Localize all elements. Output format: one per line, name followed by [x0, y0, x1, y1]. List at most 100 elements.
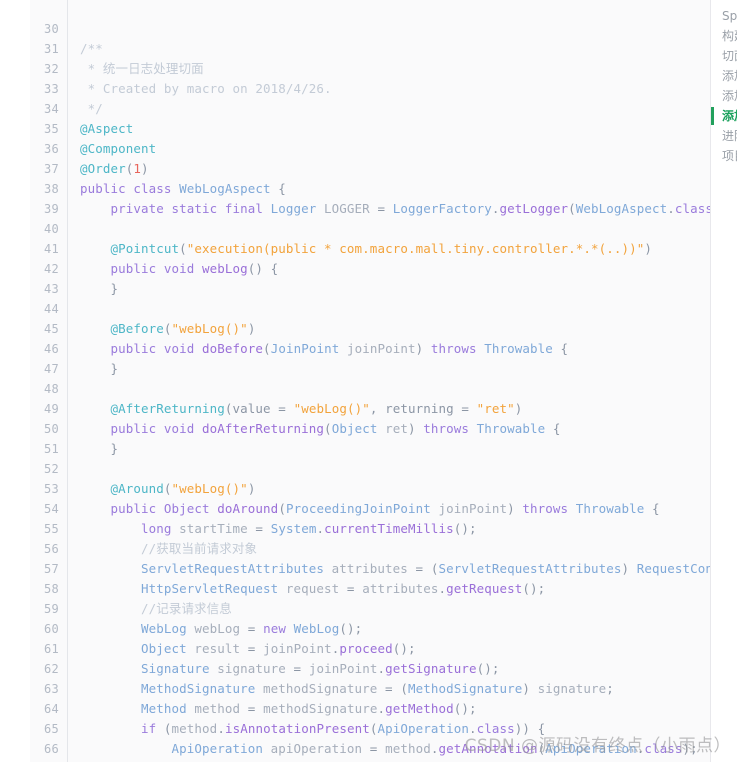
outline-list[interactable]: Spring构建切面添加依赖添加配置添加切面进阶用法项目源码 — [711, 0, 737, 166]
code-token: { — [644, 501, 660, 516]
code-line[interactable]: public Object doAround(ProceedingJoinPoi… — [80, 499, 710, 519]
code-line[interactable] — [80, 19, 710, 39]
code-token: { — [552, 341, 569, 356]
code-line[interactable]: @Order(1) — [80, 159, 710, 179]
code-line[interactable]: ApiOperation apiOperation = method.getAn… — [80, 739, 710, 759]
code-token: long — [141, 521, 172, 536]
code-token: = — [293, 661, 309, 676]
outline-item[interactable]: 添加依赖 — [711, 66, 737, 86]
code-token: JoinPoint — [270, 341, 340, 356]
code-token: "webLog()" — [171, 481, 248, 496]
code-token: { — [270, 181, 286, 196]
line-number: 46 — [43, 342, 59, 356]
code-token: Throwable — [476, 421, 546, 436]
line-number: 34 — [43, 102, 59, 116]
code-line[interactable]: public void webLog() { — [80, 259, 710, 279]
code-token: LOGGER — [316, 201, 378, 216]
line-number: 58 — [43, 582, 59, 596]
code-line[interactable]: MethodSignature methodSignature = (Metho… — [80, 679, 710, 699]
code-line[interactable] — [80, 299, 710, 319]
code-token: method — [171, 721, 218, 736]
outline-item[interactable]: 切面 — [711, 46, 737, 66]
code-line[interactable]: } — [80, 359, 710, 379]
code-token: * Created by macro on 2018/4/26. — [80, 81, 332, 96]
code-token: public void — [110, 261, 203, 276]
code-token: ApiOperation — [171, 741, 264, 756]
code-token: ) — [621, 561, 637, 576]
code-line[interactable]: public void doBefore(JoinPoint joinPoint… — [80, 339, 710, 359]
outline-item[interactable]: 项目源码 — [711, 146, 737, 166]
code-token: HttpServletRequest — [141, 581, 279, 596]
outline-item[interactable]: 进阶用法 — [711, 126, 737, 146]
code-token: ( — [179, 241, 187, 256]
code-line[interactable]: Signature signature = joinPoint.getSigna… — [80, 659, 710, 679]
code-token: )) { — [514, 721, 546, 736]
code-token: result — [186, 641, 248, 656]
code-token: WebLog — [141, 621, 187, 636]
code-token: } — [80, 361, 119, 376]
code-line[interactable]: @Aspect — [80, 119, 710, 139]
code-line[interactable]: Object result = joinPoint.proceed(); — [80, 639, 710, 659]
code-line[interactable] — [80, 459, 710, 479]
code-token: attributes — [324, 561, 416, 576]
code-line[interactable]: @Before("webLog()") — [80, 319, 710, 339]
code-line[interactable]: public void doAfterReturning(Object ret)… — [80, 419, 710, 439]
code-line[interactable]: HttpServletRequest request = attributes.… — [80, 579, 710, 599]
code-line[interactable]: //获取当前请求对象 — [80, 539, 710, 559]
code-line[interactable]: ServletRequestAttributes attributes = (S… — [80, 559, 710, 579]
code-line[interactable]: Method method = methodSignature.getMetho… — [80, 699, 710, 719]
code-token: attributes — [362, 581, 439, 596]
outline-item[interactable]: Spring — [711, 6, 737, 26]
code-line[interactable]: * Created by macro on 2018/4/26. — [80, 79, 710, 99]
code-token: startTime — [171, 521, 256, 536]
code-viewer[interactable]: 30 31 32 33 34 35 36 37 38 39 40 41 42 43 44 45 46 47 48 49… — [30, 0, 710, 762]
code-line[interactable] — [80, 379, 710, 399]
code-token: } — [80, 281, 119, 296]
code-token: Logger — [270, 201, 317, 216]
outline-item[interactable]: 添加切面 — [711, 106, 737, 126]
code-line[interactable]: * 统一日志处理切面 — [80, 59, 710, 79]
code-line[interactable]: long startTime = System.currentTimeMilli… — [80, 519, 710, 539]
code-token: ServletRequestAttributes — [141, 561, 325, 576]
code-line[interactable]: //记录请求信息 — [80, 599, 710, 619]
code-line[interactable]: public class WebLogAspect { — [80, 179, 710, 199]
code-token: . — [667, 201, 675, 216]
code-content[interactable]: /** * 统一日志处理切面 * Created by macro on 201… — [68, 0, 710, 762]
code-line[interactable]: @Pointcut("execution(public * com.macro.… — [80, 239, 710, 259]
code-line[interactable]: WebLog webLog = new WebLog(); — [80, 619, 710, 639]
line-number: 36 — [43, 142, 59, 156]
code-token: = — [278, 401, 294, 416]
code-token: Signature — [141, 661, 210, 676]
code-line[interactable]: @Around("webLog()") — [80, 479, 710, 499]
code-line[interactable]: @Component — [80, 139, 710, 159]
line-number: 44 — [43, 302, 59, 316]
code-line[interactable]: @AfterReturning(value = "webLog()", retu… — [80, 399, 710, 419]
outline-item[interactable]: 构建 — [711, 26, 737, 46]
code-line[interactable]: /** — [80, 39, 710, 59]
code-token: throws — [423, 421, 477, 436]
line-number: 47 — [43, 362, 59, 376]
line-number: 35 — [43, 122, 59, 136]
code-line[interactable]: private static final Logger LOGGER = Log… — [80, 199, 710, 219]
code-line[interactable]: if (method.isAnnotationPresent(ApiOperat… — [80, 719, 710, 739]
code-token: ) — [522, 681, 538, 696]
code-line[interactable] — [80, 219, 710, 239]
code-token: = — [346, 581, 363, 596]
code-token: MethodSignature — [407, 681, 523, 696]
code-token: Method — [141, 701, 187, 716]
article-outline-sidebar[interactable]: Spring构建切面添加依赖添加配置添加切面进阶用法项目源码 — [710, 0, 737, 762]
code-line[interactable]: } — [80, 439, 710, 459]
code-line[interactable]: */ — [80, 99, 710, 119]
outline-item[interactable]: 添加配置 — [711, 86, 737, 106]
code-token: (); — [522, 581, 546, 596]
code-token: ; — [606, 681, 614, 696]
code-line[interactable]: } — [80, 279, 710, 299]
code-token: signature — [537, 681, 607, 696]
code-token: getMethod — [385, 701, 454, 716]
